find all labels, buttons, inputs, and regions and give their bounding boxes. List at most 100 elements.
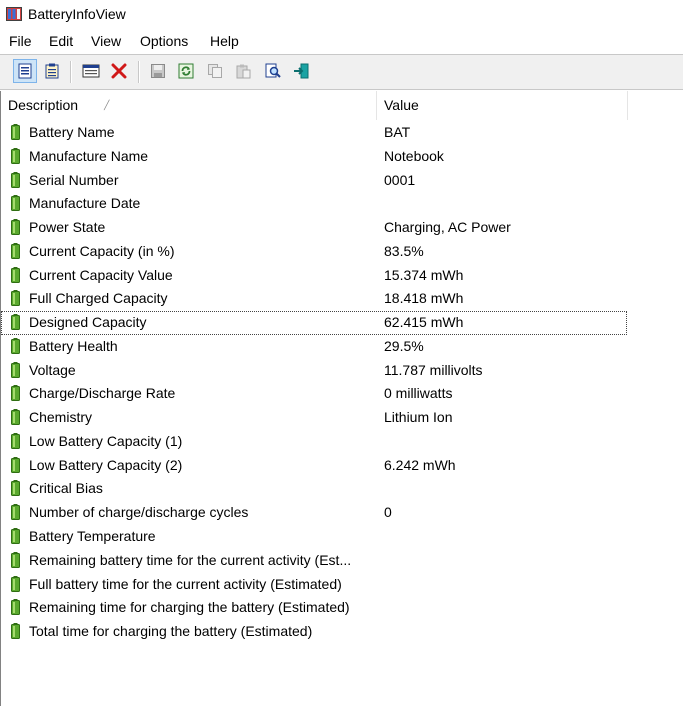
battery-icon [11, 290, 20, 307]
battery-icon [11, 171, 20, 188]
item-description: Total time for charging the battery (Est… [29, 623, 313, 640]
delete-icon [111, 63, 127, 79]
list-item[interactable]: Full Charged Capacity 18.418 mWh [1, 287, 627, 311]
item-description: Full Charged Capacity [29, 290, 168, 307]
list-item[interactable]: Full battery time for the current activi… [1, 573, 627, 597]
list-header: Description ╱ Value [1, 91, 683, 120]
menu-help[interactable]: Help [208, 33, 241, 49]
list-item[interactable]: Critical Bias [1, 477, 627, 501]
battery-icon [11, 409, 20, 426]
item-value: 0001 [384, 171, 416, 188]
list-item[interactable]: Power State Charging, AC Power [1, 216, 627, 240]
item-value: 62.415 mWh [384, 314, 464, 331]
battery-icon [11, 361, 20, 378]
menu-edit[interactable]: Edit [47, 33, 75, 49]
list-item[interactable]: Remaining time for charging the battery … [1, 596, 627, 620]
list-item[interactable]: Current Capacity Value 15.374 mWh [1, 264, 627, 288]
item-value: Notebook [384, 147, 444, 164]
toolbar-separator [70, 61, 72, 83]
item-value: 11.787 millivolts [384, 361, 483, 378]
title-bar: BatteryInfoView [0, 0, 683, 30]
list-item[interactable]: Current Capacity (in %) 83.5% [1, 240, 627, 264]
item-description: Low Battery Capacity (2) [29, 456, 183, 473]
item-value: 83.5% [384, 242, 424, 259]
window-button[interactable] [80, 60, 102, 82]
battery-info-list[interactable]: Description ╱ Value Battery Name BAT Manuf… [0, 91, 683, 706]
item-description: Chemistry [29, 409, 93, 426]
refresh-button[interactable] [175, 60, 197, 82]
find-button[interactable] [262, 60, 284, 82]
exit-button[interactable] [290, 60, 312, 82]
sort-arrow-icon: ╱ [104, 100, 110, 110]
list-item[interactable]: Voltage 11.787 millivolts [1, 359, 627, 383]
html-report-button[interactable] [13, 59, 37, 83]
save-button[interactable] [147, 60, 169, 82]
battery-icon [11, 599, 20, 616]
list-item[interactable]: Manufacture Name Notebook [1, 145, 627, 169]
item-value: 0 milliwatts [384, 385, 453, 402]
list-item[interactable]: Total time for charging the battery (Est… [1, 620, 627, 644]
item-description: Charge/Discharge Rate [29, 385, 176, 402]
list-item[interactable]: Low Battery Capacity (1) [1, 430, 627, 454]
item-description: Remaining time for charging the battery … [29, 599, 350, 616]
item-description: Serial Number [29, 171, 119, 188]
list-item[interactable]: Charge/Discharge Rate 0 milliwatts [1, 382, 627, 406]
battery-icon [11, 242, 20, 259]
battery-icon [11, 528, 20, 545]
menu-options[interactable]: Options [138, 33, 190, 49]
toolbar-separator [138, 61, 140, 83]
item-description: Number of charge/discharge cycles [29, 504, 249, 521]
window-icon [82, 64, 100, 78]
paste-button[interactable] [232, 60, 254, 82]
item-value: Lithium Ion [384, 409, 453, 426]
item-description: Manufacture Name [29, 147, 149, 164]
item-value: 0 [384, 504, 392, 521]
column-header-value-label: Value [384, 97, 419, 113]
list-item[interactable]: Number of charge/discharge cycles 0 [1, 501, 627, 525]
list-item[interactable]: Battery Name BAT [1, 121, 627, 145]
exit-icon [294, 63, 309, 79]
column-header-description[interactable]: Description ╱ [1, 91, 377, 120]
window-title: BatteryInfoView [28, 6, 126, 22]
item-description: Power State [29, 219, 106, 236]
item-value: 18.418 mWh [384, 290, 464, 307]
toolbar [0, 54, 683, 90]
battery-icon [11, 195, 20, 212]
battery-icon [11, 623, 20, 640]
menu-view[interactable]: View [89, 33, 123, 49]
app-battery-icon [6, 7, 22, 21]
item-description: Battery Name [29, 124, 115, 140]
item-value: BAT [384, 124, 411, 140]
item-description: Voltage [29, 361, 76, 378]
delete-button[interactable] [108, 60, 130, 82]
battery-icon [11, 385, 20, 402]
item-value: Charging, AC Power [384, 219, 511, 236]
copy-button[interactable] [204, 60, 226, 82]
battery-icon [11, 219, 20, 236]
item-description: Full battery time for the current activi… [29, 575, 342, 592]
battery-icon [11, 551, 20, 568]
item-value: 6.242 mWh [384, 456, 456, 473]
list-item[interactable]: Chemistry Lithium Ion [1, 406, 627, 430]
list-item[interactable]: Designed Capacity 62.415 mWh [1, 311, 627, 335]
menu-file[interactable]: File [7, 33, 34, 49]
list-rows: Battery Name BAT Manufacture Name Notebook S… [1, 121, 627, 644]
battery-icon [11, 124, 20, 140]
list-item[interactable]: Serial Number 0001 [1, 169, 627, 193]
list-item[interactable]: Remaining battery time for the current a… [1, 549, 627, 573]
item-description: Current Capacity (in %) [29, 242, 175, 259]
battery-icon [11, 504, 20, 521]
item-description: Low Battery Capacity (1) [29, 432, 183, 449]
item-value: 15.374 mWh [384, 266, 464, 283]
list-item[interactable]: Battery Health 29.5% [1, 335, 627, 359]
column-header-value[interactable]: Value [377, 91, 628, 120]
item-description: Manufacture Date [29, 195, 141, 212]
list-item[interactable]: Low Battery Capacity (2) 6.242 mWh [1, 454, 627, 478]
list-item[interactable]: Battery Temperature [1, 525, 627, 549]
battery-icon [11, 147, 20, 164]
menu-bar: File Edit View Options Help [0, 30, 683, 53]
list-item[interactable]: Manufacture Date [1, 192, 627, 216]
item-value: 29.5% [384, 337, 424, 354]
properties-button[interactable] [41, 60, 63, 82]
battery-icon [11, 314, 20, 331]
